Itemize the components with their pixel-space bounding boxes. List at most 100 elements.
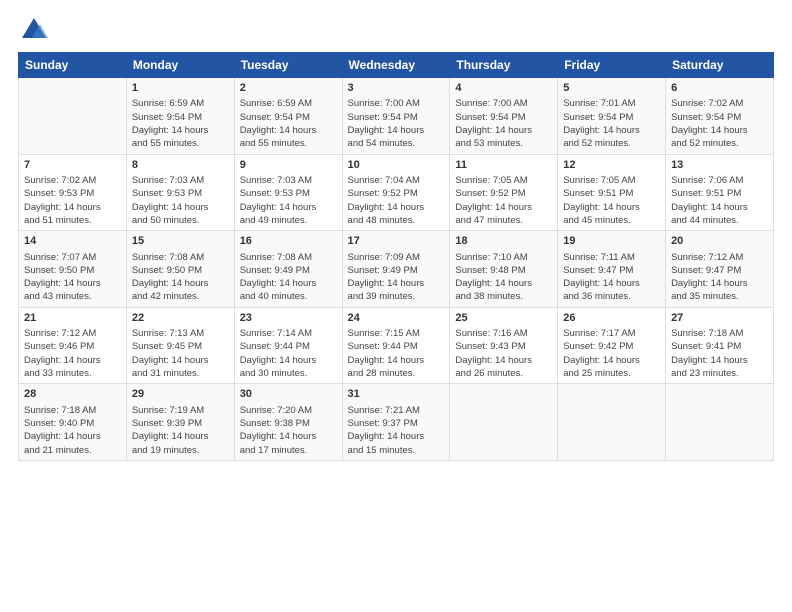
calendar-cell: 28 Sunrise: 7:18 AM Sunset: 9:40 PM Dayli… [19,384,127,461]
day-info: Sunrise: 7:08 AM Sunset: 9:50 PM Dayligh… [132,252,209,303]
calendar-cell: 2 Sunrise: 6:59 AM Sunset: 9:54 PM Daylig… [234,78,342,155]
day-info: Sunrise: 7:02 AM Sunset: 9:53 PM Dayligh… [24,175,101,226]
day-info: Sunrise: 7:19 AM Sunset: 9:39 PM Dayligh… [132,405,209,456]
calendar-cell: 22 Sunrise: 7:13 AM Sunset: 9:45 PM Dayli… [126,307,234,384]
day-info: Sunrise: 6:59 AM Sunset: 9:54 PM Dayligh… [240,98,317,149]
day-number: 15 [132,234,229,249]
day-number: 7 [24,158,121,173]
day-info: Sunrise: 7:12 AM Sunset: 9:47 PM Dayligh… [671,252,748,303]
day-info: Sunrise: 7:10 AM Sunset: 9:48 PM Dayligh… [455,252,532,303]
day-info: Sunrise: 7:20 AM Sunset: 9:38 PM Dayligh… [240,405,317,456]
weekday-thursday: Thursday [450,53,558,78]
calendar-cell: 25 Sunrise: 7:16 AM Sunset: 9:43 PM Dayli… [450,307,558,384]
day-info: Sunrise: 7:03 AM Sunset: 9:53 PM Dayligh… [240,175,317,226]
day-number: 22 [132,311,229,326]
calendar-cell: 9Sunrise: 7:03 AM Sunset: 9:53 PM Daylig… [234,154,342,231]
logo [18,16,48,44]
day-number: 12 [563,158,660,173]
day-number: 16 [240,234,337,249]
day-info: Sunrise: 7:16 AM Sunset: 9:43 PM Dayligh… [455,328,532,379]
day-number: 11 [455,158,552,173]
calendar-cell: 6Sunrise: 7:02 AM Sunset: 9:54 PM Daylig… [666,78,774,155]
calendar-cell: 11 Sunrise: 7:05 AM Sunset: 9:52 PM Dayli… [450,154,558,231]
day-number: 25 [455,311,552,326]
day-info: Sunrise: 7:07 AM Sunset: 9:50 PM Dayligh… [24,252,101,303]
calendar-cell: 7 Sunrise: 7:02 AM Sunset: 9:53 PM Daylig… [19,154,127,231]
day-info: Sunrise: 7:18 AM Sunset: 9:41 PM Dayligh… [671,328,748,379]
day-number: 23 [240,311,337,326]
calendar-cell: 26 Sunrise: 7:17 AM Sunset: 9:42 PM Dayli… [558,307,666,384]
day-number: 30 [240,387,337,402]
day-info: Sunrise: 7:00 AM Sunset: 9:54 PM Dayligh… [455,98,532,149]
day-info: Sunrise: 7:03 AM Sunset: 9:53 PM Dayligh… [132,175,209,226]
calendar-cell [558,384,666,461]
day-number: 20 [671,234,768,249]
day-number: 2 [240,81,337,96]
day-number: 19 [563,234,660,249]
weekday-saturday: Saturday [666,53,774,78]
day-info: Sunrise: 7:17 AM Sunset: 9:42 PM Dayligh… [563,328,640,379]
calendar-cell: 24 Sunrise: 7:15 AM Sunset: 9:44 PM Dayli… [342,307,450,384]
weekday-header-row: SundayMondayTuesdayWednesdayThursdayFrid… [19,53,774,78]
calendar-cell: 8 Sunrise: 7:03 AM Sunset: 9:53 PM Daylig… [126,154,234,231]
calendar-week-5: 28 Sunrise: 7:18 AM Sunset: 9:40 PM Dayli… [19,384,774,461]
day-number: 14 [24,234,121,249]
calendar-cell: 18 Sunrise: 7:10 AM Sunset: 9:48 PM Dayli… [450,231,558,308]
calendar-cell: 31 Sunrise: 7:21 AM Sunset: 9:37 PM Dayli… [342,384,450,461]
calendar-cell: 20 Sunrise: 7:12 AM Sunset: 9:47 PM Dayli… [666,231,774,308]
calendar-cell: 3 Sunrise: 7:00 AM Sunset: 9:54 PM Daylig… [342,78,450,155]
day-number: 26 [563,311,660,326]
day-number: 8 [132,158,229,173]
calendar-cell: 21Sunrise: 7:12 AM Sunset: 9:46 PM Dayli… [19,307,127,384]
day-info: Sunrise: 7:14 AM Sunset: 9:44 PM Dayligh… [240,328,317,379]
calendar-cell: 19 Sunrise: 7:11 AM Sunset: 9:47 PM Dayli… [558,231,666,308]
calendar-cell [450,384,558,461]
calendar-cell: 23 Sunrise: 7:14 AM Sunset: 9:44 PM Dayli… [234,307,342,384]
calendar-cell: 17 Sunrise: 7:09 AM Sunset: 9:49 PM Dayli… [342,231,450,308]
day-info: Sunrise: 7:11 AM Sunset: 9:47 PM Dayligh… [563,252,640,303]
logo-icon [20,16,48,44]
calendar-cell: 16 Sunrise: 7:08 AM Sunset: 9:49 PM Dayli… [234,231,342,308]
calendar-cell [19,78,127,155]
day-info: Sunrise: 7:15 AM Sunset: 9:44 PM Dayligh… [348,328,425,379]
day-number: 18 [455,234,552,249]
day-info: Sunrise: 7:08 AM Sunset: 9:49 PM Dayligh… [240,252,317,303]
day-number: 17 [348,234,445,249]
day-info: Sunrise: 7:13 AM Sunset: 9:45 PM Dayligh… [132,328,209,379]
day-info: Sunrise: 7:05 AM Sunset: 9:52 PM Dayligh… [455,175,532,226]
weekday-friday: Friday [558,53,666,78]
day-number: 27 [671,311,768,326]
calendar-table: SundayMondayTuesdayWednesdayThursdayFrid… [18,52,774,461]
weekday-sunday: Sunday [19,53,127,78]
day-info: Sunrise: 7:09 AM Sunset: 9:49 PM Dayligh… [348,252,425,303]
day-number: 3 [348,81,445,96]
weekday-tuesday: Tuesday [234,53,342,78]
day-number: 31 [348,387,445,402]
calendar-week-2: 7 Sunrise: 7:02 AM Sunset: 9:53 PM Daylig… [19,154,774,231]
day-info: Sunrise: 7:21 AM Sunset: 9:37 PM Dayligh… [348,405,425,456]
day-number: 28 [24,387,121,402]
day-info: Sunrise: 7:00 AM Sunset: 9:54 PM Dayligh… [348,98,425,149]
day-number: 4 [455,81,552,96]
weekday-wednesday: Wednesday [342,53,450,78]
day-number: 6 [671,81,768,96]
day-number: 1 [132,81,229,96]
calendar-week-1: 1 Sunrise: 6:59 AM Sunset: 9:54 PM Daylig… [19,78,774,155]
day-info: Sunrise: 7:05 AM Sunset: 9:51 PM Dayligh… [563,175,640,226]
calendar-cell: 27 Sunrise: 7:18 AM Sunset: 9:41 PM Dayli… [666,307,774,384]
day-info: Sunrise: 7:04 AM Sunset: 9:52 PM Dayligh… [348,175,425,226]
calendar-cell: 13Sunrise: 7:06 AM Sunset: 9:51 PM Dayli… [666,154,774,231]
day-info: Sunrise: 7:06 AM Sunset: 9:51 PM Dayligh… [671,175,748,226]
day-number: 10 [348,158,445,173]
page: SundayMondayTuesdayWednesdayThursdayFrid… [0,0,792,612]
day-info: Sunrise: 7:18 AM Sunset: 9:40 PM Dayligh… [24,405,101,456]
day-info: Sunrise: 7:12 AM Sunset: 9:46 PM Dayligh… [24,328,101,379]
calendar-cell: 12 Sunrise: 7:05 AM Sunset: 9:51 PM Dayli… [558,154,666,231]
calendar-cell: 10 Sunrise: 7:04 AM Sunset: 9:52 PM Dayli… [342,154,450,231]
calendar-cell: 4 Sunrise: 7:00 AM Sunset: 9:54 PM Daylig… [450,78,558,155]
calendar-week-4: 21Sunrise: 7:12 AM Sunset: 9:46 PM Dayli… [19,307,774,384]
calendar-week-3: 14 Sunrise: 7:07 AM Sunset: 9:50 PM Dayli… [19,231,774,308]
day-number: 24 [348,311,445,326]
calendar-cell: 29Sunrise: 7:19 AM Sunset: 9:39 PM Dayli… [126,384,234,461]
calendar-cell: 14 Sunrise: 7:07 AM Sunset: 9:50 PM Dayli… [19,231,127,308]
